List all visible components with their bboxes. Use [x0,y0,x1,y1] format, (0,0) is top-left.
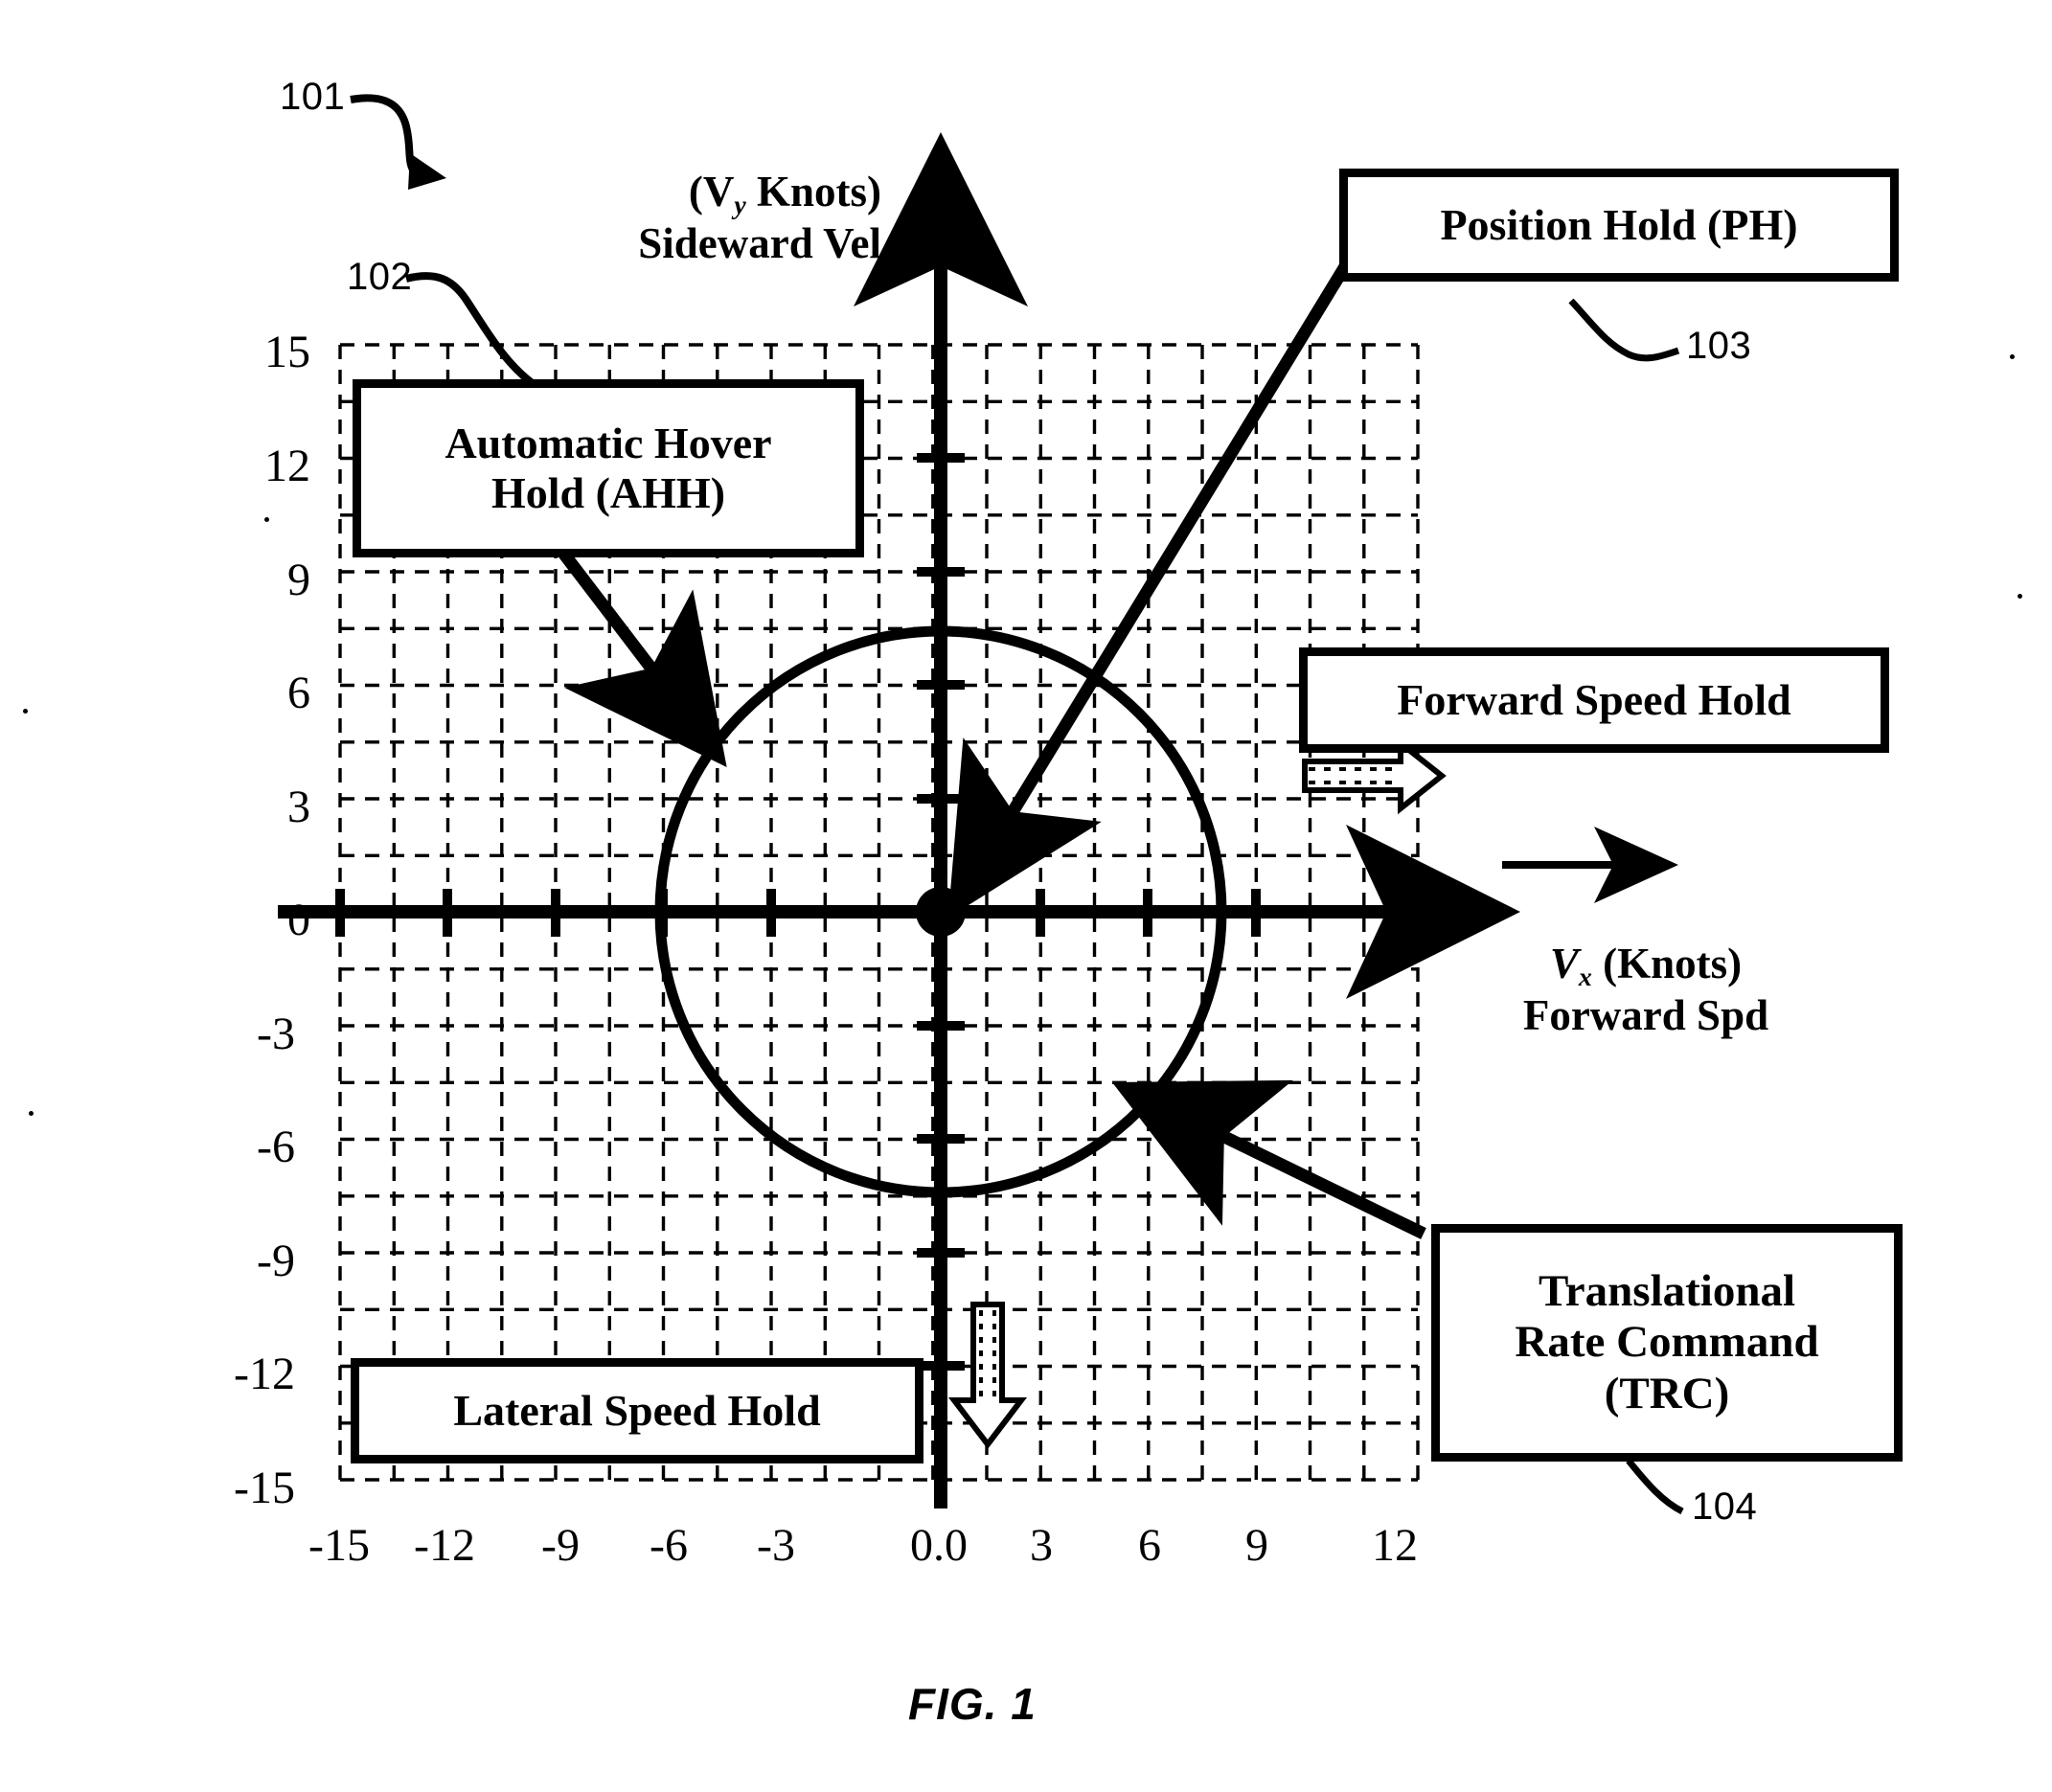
y-tick-label-neg3: -3 [257,1009,295,1059]
ref-number-104: 104 [1692,1486,1758,1528]
figure-caption: FIG. 1 [908,1679,1037,1729]
figure-root: 101 102 103 104 (Vy Knots) Sideward Vel … [0,0,2052,1792]
y-tick-label-6: 6 [287,668,310,718]
scan-speck [29,1111,34,1116]
y-axis-title-line1: (Vy Knots) [688,168,881,220]
callout-automatic-hover-hold[interactable]: Automatic Hover Hold (AHH) [353,379,864,557]
x-axis-title-line1: Vx (Knots) [1549,940,1743,992]
leader-103 [1568,298,1680,362]
y-tick-label-3: 3 [287,782,310,832]
y-tick-label-neg6: -6 [257,1122,295,1172]
x-tick-label-neg3: -3 [757,1520,795,1571]
y-tick-label-9: 9 [287,555,310,605]
y-tick-label-neg12: -12 [234,1349,295,1399]
origin-dot [916,887,966,937]
ahh-pointer [544,532,727,768]
ref-number-103: 103 [1686,325,1752,367]
scan-speck [2018,594,2022,599]
callout-forward-speed-hold[interactable]: Forward Speed Hold [1299,647,1889,753]
leader-101 [350,94,420,177]
callout-ph-text: Position Hold (PH) [1440,199,1798,249]
y-tick-label-15: 15 [264,327,310,377]
callout-trc-line3: (TRC) [1604,1368,1730,1418]
x-tick-label-12: 12 [1372,1520,1418,1571]
callout-ahh-line2: Hold (AHH) [490,468,726,517]
y-tick-label-12: 12 [264,441,310,491]
x-tick-label-3: 3 [1030,1520,1053,1571]
leader-104 [1626,1458,1684,1515]
leader-102 [405,272,539,390]
leader-101-arrowhead [408,153,446,190]
callout-translational-rate-command[interactable]: Translational Rate Command (TRC) [1431,1224,1903,1462]
trc-pointer [1111,1079,1426,1239]
x-tick-label-0: 0.0 [910,1520,968,1571]
x-axis-title-line2: Forward Spd [1522,990,1769,1039]
y-tick-label-neg9: -9 [257,1236,295,1286]
callout-trc-text: Translational Rate Command (TRC) [1453,1266,1881,1420]
callout-ahh-text: Automatic Hover Hold (AHH) [375,419,842,519]
ref-number-102: 102 [347,256,413,298]
y-axis-title-line2: Sideward Vel [638,218,881,267]
y-axis-title: (Vy Knots) Sideward Vel [575,169,881,267]
x-axis-title: Vx (Knots) Forward Spd [1473,941,1818,1039]
callout-trc-line2: Rate Command [1515,1317,1819,1368]
x-tick-label-neg6: -6 [650,1520,688,1571]
callout-lsh-text: Lateral Speed Hold [453,1385,821,1435]
callout-fsh-text: Forward Speed Hold [1397,674,1791,724]
scan-speck [264,517,269,522]
callout-trc-line1: Translational [1538,1265,1796,1316]
x-tick-label-neg9: -9 [541,1520,580,1571]
callout-ahh-line1: Automatic Hover [445,418,772,467]
scan-speck [23,709,28,714]
x-tick-label-9: 9 [1245,1520,1268,1571]
ref-number-101: 101 [280,76,346,118]
callout-position-hold[interactable]: Position Hold (PH) [1339,169,1899,282]
scan-speck [2010,354,2015,359]
x-tick-label-neg15: -15 [308,1520,370,1571]
y-tick-label-0: 0 [287,895,310,945]
callout-lateral-speed-hold[interactable]: Lateral Speed Hold [351,1358,923,1463]
x-tick-label-6: 6 [1138,1520,1161,1571]
y-tick-label-neg15: -15 [234,1463,295,1513]
x-tick-label-neg12: -12 [414,1520,475,1571]
